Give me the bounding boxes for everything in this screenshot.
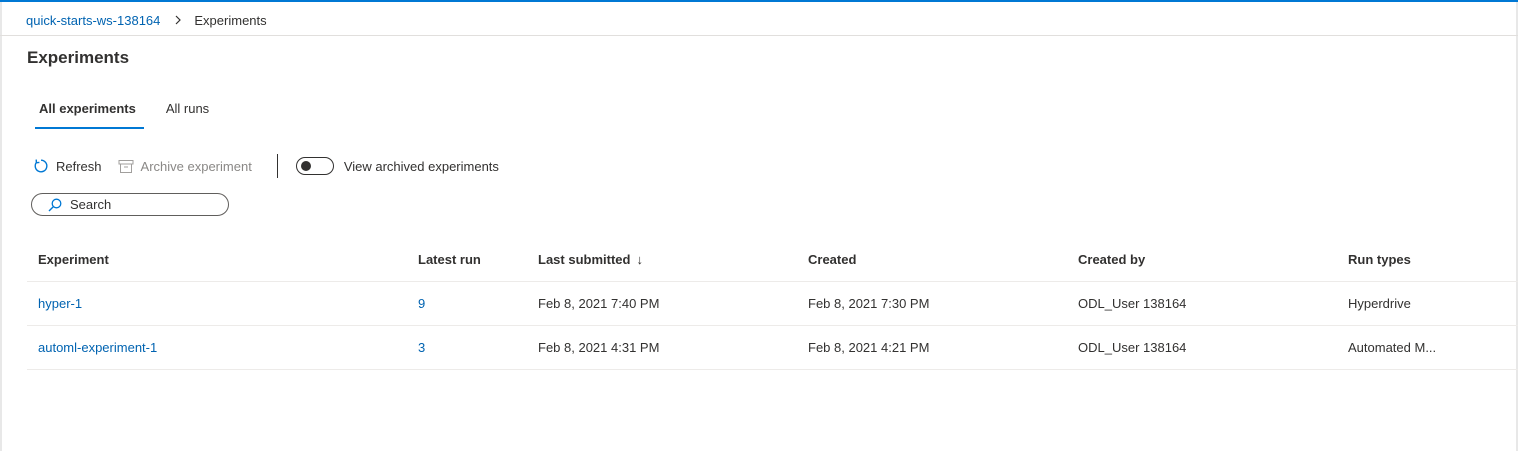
run-types-cell: Hyperdrive (1348, 296, 1411, 311)
refresh-button[interactable]: Refresh (33, 158, 102, 174)
experiments-table: Experiment Latest run Last submitted ↓ C… (27, 238, 1518, 370)
toggle-knob (300, 161, 311, 171)
created-cell: Feb 8, 2021 7:30 PM (808, 296, 930, 311)
search-placeholder: Search (70, 197, 112, 212)
archive-experiment-label: Archive experiment (140, 158, 252, 174)
column-header-experiment[interactable]: Experiment (38, 238, 109, 281)
breadcrumb-workspace-link[interactable]: quick-starts-ws-138164 (26, 13, 160, 28)
breadcrumb-current: Experiments (194, 12, 267, 28)
created-by-cell: ODL_User 138164 (1078, 340, 1187, 355)
experiment-link[interactable]: automl-experiment-1 (38, 326, 157, 369)
table-row[interactable]: automl-experiment-1 3 Feb 8, 2021 4:31 P… (27, 326, 1518, 370)
column-header-created[interactable]: Created (808, 238, 856, 281)
view-archived-toggle[interactable]: View archived experiments (295, 157, 499, 175)
column-header-run-types[interactable]: Run types (1348, 238, 1411, 281)
experiment-link[interactable]: hyper-1 (38, 282, 82, 325)
column-header-created-by[interactable]: Created by (1078, 238, 1145, 281)
latest-run-link[interactable]: 9 (418, 282, 425, 325)
search-icon (48, 198, 62, 212)
toolbar-divider (276, 154, 278, 178)
refresh-icon (33, 158, 49, 174)
archive-experiment-button[interactable]: Archive experiment (118, 159, 252, 174)
refresh-label: Refresh (56, 158, 102, 174)
chevron-right-icon (174, 15, 182, 25)
tab-all-experiments[interactable]: All experiments (35, 99, 144, 129)
view-archived-label: View archived experiments (343, 158, 499, 174)
breadcrumb: quick-starts-ws-138164 Experiments (26, 10, 267, 30)
last-submitted-label: Last submitted (538, 252, 631, 267)
table-header-row: Experiment Latest run Last submitted ↓ C… (27, 238, 1518, 282)
column-header-last-submitted[interactable]: Last submitted ↓ (538, 238, 643, 281)
run-types-cell: Automated M... (1348, 340, 1437, 355)
header-divider (0, 35, 1518, 36)
archive-icon (118, 159, 134, 174)
sort-descending-icon: ↓ (636, 252, 643, 267)
toggle-switch[interactable] (295, 157, 334, 175)
latest-run-link[interactable]: 3 (418, 326, 425, 369)
tab-bar: All experiments All runs (35, 99, 235, 129)
tab-all-runs[interactable]: All runs (162, 99, 213, 126)
page-title: Experiments (27, 48, 130, 67)
app-frame: quick-starts-ws-138164 Experiments Exper… (0, 0, 1518, 451)
left-border (0, 2, 2, 451)
last-submitted-cell: Feb 8, 2021 7:40 PM (538, 296, 660, 311)
created-by-cell: ODL_User 138164 (1078, 296, 1187, 311)
search-input[interactable]: Search (31, 193, 229, 216)
column-header-latest-run[interactable]: Latest run (418, 238, 481, 281)
table-row[interactable]: hyper-1 9 Feb 8, 2021 7:40 PM Feb 8, 202… (27, 282, 1518, 326)
created-cell: Feb 8, 2021 4:21 PM (808, 340, 930, 355)
last-submitted-cell: Feb 8, 2021 4:31 PM (538, 340, 660, 355)
toolbar: Refresh Archive experiment View archived… (33, 154, 499, 178)
